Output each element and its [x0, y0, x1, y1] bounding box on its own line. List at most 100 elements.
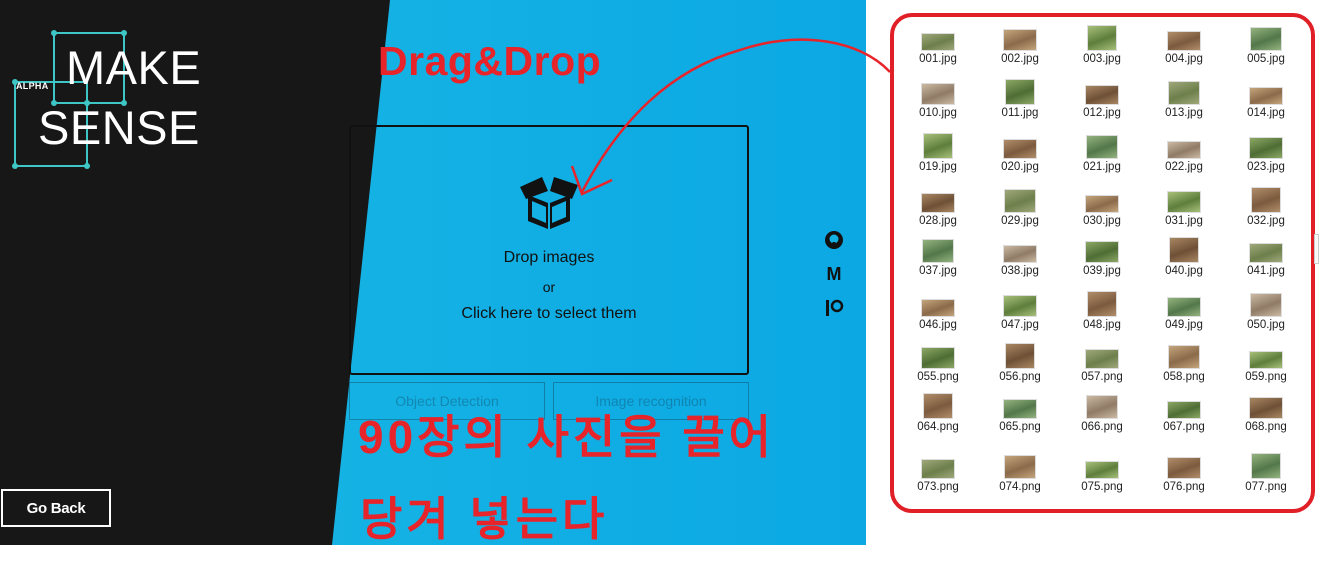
file-name: 039.jpg: [1083, 265, 1121, 277]
file-item[interactable]: 010.jpg: [906, 79, 970, 119]
annotation-line-1: 90장의 사진을 끌어: [358, 411, 775, 463]
image-thumbnail: [1249, 87, 1283, 105]
file-item[interactable]: 056.png: [988, 343, 1052, 383]
file-item[interactable]: 049.jpg: [1152, 291, 1216, 331]
file-name: 038.jpg: [1001, 265, 1039, 277]
medium-icon[interactable]: M: [822, 262, 846, 286]
file-item[interactable]: 065.png: [988, 393, 1052, 433]
file-name: 048.jpg: [1083, 319, 1121, 331]
image-thumbnail: [921, 299, 955, 317]
file-name: 068.png: [1245, 421, 1287, 433]
image-thumbnail: [1167, 401, 1201, 419]
file-name: 046.jpg: [919, 319, 957, 331]
file-name: 066.png: [1081, 421, 1123, 433]
file-item[interactable]: 021.jpg: [1070, 133, 1134, 173]
image-thumbnail: [921, 193, 955, 213]
file-item[interactable]: 031.jpg: [1152, 187, 1216, 227]
file-item[interactable]: 020.jpg: [988, 133, 1052, 173]
file-item[interactable]: 068.png: [1234, 393, 1298, 433]
image-thumbnail: [921, 347, 955, 369]
image-thumbnail: [1085, 461, 1119, 479]
file-item[interactable]: 030.jpg: [1070, 187, 1134, 227]
file-item[interactable]: 047.jpg: [988, 291, 1052, 331]
file-item[interactable]: 067.png: [1152, 393, 1216, 433]
image-thumbnail: [1250, 27, 1282, 51]
file-item[interactable]: 028.jpg: [906, 187, 970, 227]
file-item[interactable]: 023.jpg: [1234, 133, 1298, 173]
file-item[interactable]: 075.png: [1070, 453, 1134, 493]
file-item[interactable]: 032.jpg: [1234, 187, 1298, 227]
file-item[interactable]: 073.png: [906, 453, 970, 493]
file-item[interactable]: 048.jpg: [1070, 291, 1134, 331]
file-item[interactable]: 005.jpg: [1234, 25, 1298, 65]
file-item[interactable]: 029.jpg: [988, 187, 1052, 227]
drop-images-label: Drop images: [503, 249, 595, 266]
file-item[interactable]: 057.png: [1070, 343, 1134, 383]
image-thumbnail: [921, 83, 955, 105]
file-item[interactable]: 038.jpg: [988, 237, 1052, 277]
file-item[interactable]: 014.jpg: [1234, 79, 1298, 119]
image-thumbnail: [1169, 237, 1199, 263]
image-thumbnail: [1251, 187, 1281, 213]
file-name: 028.jpg: [919, 215, 957, 227]
file-item[interactable]: 011.jpg: [988, 79, 1052, 119]
file-item[interactable]: 003.jpg: [1070, 25, 1134, 65]
file-name: 057.png: [1081, 371, 1123, 383]
file-item[interactable]: 039.jpg: [1070, 237, 1134, 277]
file-item[interactable]: 002.jpg: [988, 25, 1052, 65]
file-name: 010.jpg: [919, 107, 957, 119]
image-thumbnail: [921, 459, 955, 479]
file-item[interactable]: 066.png: [1070, 393, 1134, 433]
file-item[interactable]: 037.jpg: [906, 237, 970, 277]
drag-drop-annotation: Drag&Drop: [378, 38, 602, 84]
file-item[interactable]: 059.png: [1234, 343, 1298, 383]
file-item[interactable]: 040.jpg: [1152, 237, 1216, 277]
image-thumbnail: [1086, 395, 1118, 419]
window-edge: [1314, 234, 1319, 264]
image-thumbnail: [1085, 195, 1119, 213]
file-name: 059.png: [1245, 371, 1287, 383]
file-item[interactable]: 064.png: [906, 393, 970, 433]
logo-alpha: ALPHA: [16, 81, 49, 91]
file-name: 014.jpg: [1247, 107, 1285, 119]
file-name: 076.png: [1163, 481, 1205, 493]
image-thumbnail: [1087, 291, 1117, 317]
file-item[interactable]: 041.jpg: [1234, 237, 1298, 277]
file-name: 049.jpg: [1165, 319, 1203, 331]
file-item[interactable]: 004.jpg: [1152, 25, 1216, 65]
file-name: 037.jpg: [919, 265, 957, 277]
github-icon[interactable]: [822, 228, 846, 252]
image-thumbnail: [1003, 295, 1037, 317]
patreon-icon[interactable]: [822, 296, 846, 320]
file-name: 064.png: [917, 421, 959, 433]
file-item[interactable]: 074.png: [988, 453, 1052, 493]
drop-or-label: or: [542, 279, 556, 295]
image-drop-zone[interactable]: Drop images or Click here to select them: [349, 125, 749, 375]
image-thumbnail: [1249, 137, 1283, 159]
file-item[interactable]: 076.png: [1152, 453, 1216, 493]
image-thumbnail: [1168, 81, 1200, 105]
file-item[interactable]: 055.png: [906, 343, 970, 383]
file-item[interactable]: 012.jpg: [1070, 79, 1134, 119]
file-item[interactable]: 046.jpg: [906, 291, 970, 331]
file-name: 050.jpg: [1247, 319, 1285, 331]
image-thumbnail: [1251, 453, 1281, 479]
image-thumbnail: [1004, 455, 1036, 479]
file-name: 011.jpg: [1001, 107, 1039, 119]
go-back-button[interactable]: Go Back: [1, 489, 111, 527]
image-thumbnail: [1167, 297, 1201, 317]
file-item[interactable]: 022.jpg: [1152, 133, 1216, 173]
file-item[interactable]: 013.jpg: [1152, 79, 1216, 119]
file-item[interactable]: 019.jpg: [906, 133, 970, 173]
file-name: 040.jpg: [1165, 265, 1203, 277]
select-images-link[interactable]: Click here to select them: [351, 305, 747, 323]
file-name: 067.png: [1163, 421, 1205, 433]
file-item[interactable]: 001.jpg: [906, 25, 970, 65]
file-item[interactable]: 077.png: [1234, 453, 1298, 493]
annotation-line-2: 당겨 넣는다: [360, 493, 609, 545]
image-thumbnail: [1250, 293, 1282, 317]
image-thumbnail: [1167, 457, 1201, 479]
social-icons: M: [822, 228, 846, 330]
file-item[interactable]: 050.jpg: [1234, 291, 1298, 331]
file-item[interactable]: 058.png: [1152, 343, 1216, 383]
